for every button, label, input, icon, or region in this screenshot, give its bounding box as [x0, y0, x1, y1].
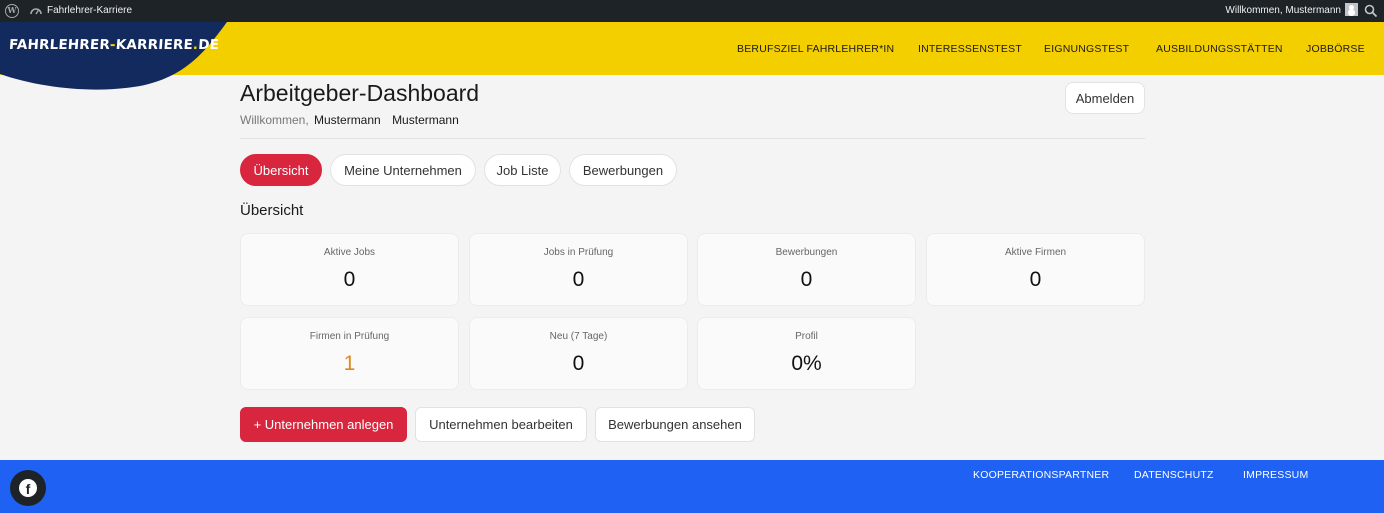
stat-label: Profil [795, 331, 818, 342]
stat-card-neu-7-tage: Neu (7 Tage) 0 [469, 317, 688, 390]
stat-value: 0 [343, 268, 356, 291]
footer-link-datenschutz[interactable]: DATENSCHUTZ [1134, 469, 1214, 481]
nav-interessenstest[interactable]: INTERESSENSTEST [918, 43, 1022, 55]
logo-part-1: FAHRLEHRER [8, 37, 111, 53]
add-company-button[interactable]: + Unternehmen anlegen [240, 407, 407, 442]
stat-card-bewerbungen: Bewerbungen 0 [697, 233, 916, 306]
admin-bar: W Fahrlehrer-Karriere Willkommen, Muster… [0, 0, 1384, 22]
site-name-link[interactable]: Fahrlehrer-Karriere [47, 5, 132, 16]
stat-label: Jobs in Prüfung [543, 247, 614, 258]
stat-card-aktive-jobs: Aktive Jobs 0 [240, 233, 459, 306]
edit-company-button[interactable]: Unternehmen bearbeiten [415, 407, 587, 442]
stat-label: Firmen in Prüfung [309, 331, 390, 342]
logo-background-shape [0, 22, 227, 90]
footer-link-kooperationspartner[interactable]: KOOPERATIONSPARTNER [973, 469, 1109, 481]
user-last-name: Mustermann [392, 113, 459, 127]
user-first-name: Mustermann [314, 113, 381, 127]
welcome-prefix: Willkommen, [240, 113, 309, 127]
logo-part-3: DE [197, 37, 220, 53]
avatar[interactable] [1345, 3, 1358, 16]
nav-eignungstest[interactable]: EIGNUNGSTEST [1044, 43, 1129, 55]
site-logo[interactable]: FAHRLEHRER-KARRIERE.DE [8, 37, 219, 53]
stat-card-jobs-in-pruefung: Jobs in Prüfung 0 [469, 233, 688, 306]
section-heading: Übersicht [240, 202, 304, 219]
stat-value: 0% [791, 352, 822, 375]
footer-link-impressum[interactable]: IMPRESSUM [1243, 469, 1308, 481]
nav-berufsziel[interactable]: BERUFSZIEL FAHRLEHRER*IN [737, 43, 894, 55]
search-icon[interactable] [1364, 4, 1378, 18]
stat-card-aktive-firmen: Aktive Firmen 0 [926, 233, 1145, 306]
site-footer [0, 460, 1384, 513]
facebook-icon[interactable]: f [10, 470, 46, 506]
stat-label: Aktive Firmen [1004, 247, 1067, 258]
page-title: Arbeitgeber-Dashboard [240, 80, 480, 106]
stat-label: Bewerbungen [775, 247, 838, 258]
stat-label: Neu (7 Tage) [549, 331, 608, 342]
welcome-line: Willkommen, Mustermann Mustermann [240, 113, 459, 127]
stat-value: 0 [1029, 268, 1042, 291]
stat-card-profil: Profil 0% [697, 317, 916, 390]
tab-meine-unternehmen[interactable]: Meine Unternehmen [330, 154, 476, 186]
divider [240, 138, 1145, 139]
tab-uebersicht[interactable]: Übersicht [240, 154, 322, 186]
view-applications-button[interactable]: Bewerbungen ansehen [595, 407, 755, 442]
nav-ausbildungsstaetten[interactable]: AUSBILDUNGSSTÄTTEN [1156, 43, 1283, 55]
nav-jobboerse[interactable]: JOBBÖRSE [1306, 43, 1365, 55]
stat-value: 0 [572, 268, 585, 291]
stat-value: 0 [800, 268, 813, 291]
wordpress-icon[interactable]: W [5, 4, 19, 18]
tab-job-liste[interactable]: Job Liste [484, 154, 561, 186]
dashboard-icon[interactable] [30, 5, 42, 17]
stat-card-firmen-in-pruefung: Firmen in Prüfung 1 [240, 317, 459, 390]
stat-value: 0 [572, 352, 585, 375]
facebook-glyph: f [19, 479, 37, 497]
account-welcome[interactable]: Willkommen, Mustermann [1225, 5, 1341, 16]
stat-value: 1 [343, 352, 356, 375]
logout-button[interactable]: Abmelden [1065, 82, 1145, 114]
stat-label: Aktive Jobs [323, 247, 376, 258]
logo-part-2: KARRIERE [115, 37, 194, 53]
tab-bewerbungen[interactable]: Bewerbungen [569, 154, 677, 186]
